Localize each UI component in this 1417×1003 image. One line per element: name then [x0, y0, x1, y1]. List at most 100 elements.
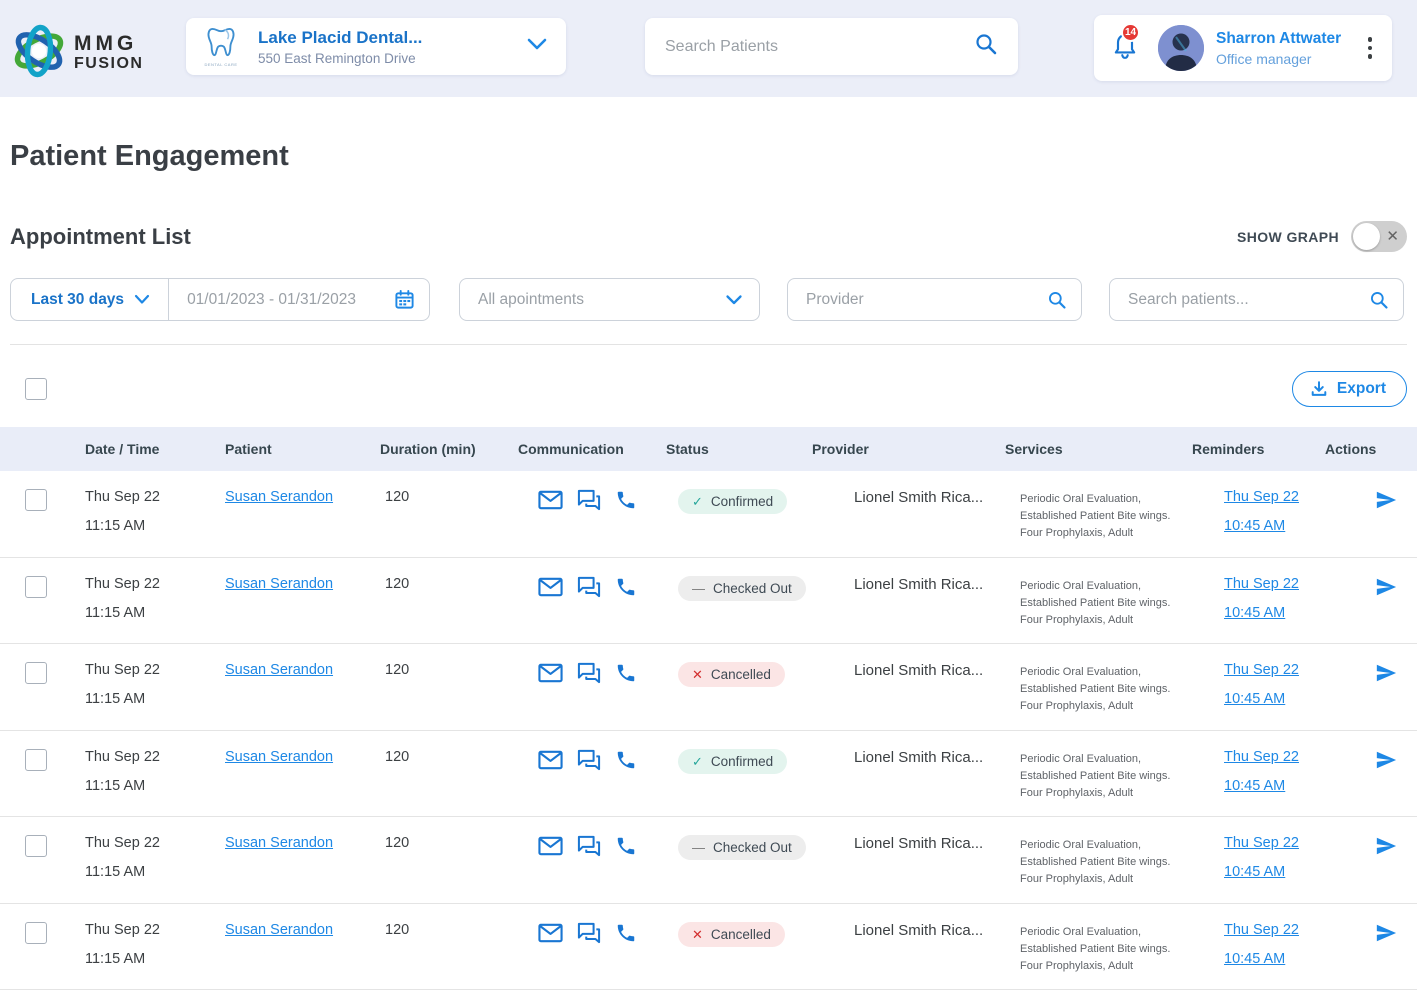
appointment-time: 11:15 AM	[85, 951, 225, 967]
reminder-date-link[interactable]: Thu Sep 22	[1224, 835, 1325, 851]
status-badge: Cancelled	[678, 922, 785, 947]
user-role: Office manager	[1216, 51, 1362, 67]
reminder-time-link[interactable]: 10:45 AM	[1224, 691, 1285, 707]
services-text: Periodic Oral Evaluation,Established Pat…	[1005, 489, 1192, 542]
row-checkbox[interactable]	[25, 835, 47, 857]
reminder-time-link[interactable]: 10:45 AM	[1224, 518, 1285, 534]
reminder-date-link[interactable]: Thu Sep 22	[1224, 749, 1325, 765]
services-text: Periodic Oral Evaluation,Established Pat…	[1005, 835, 1192, 888]
patient-link[interactable]: Susan Serandon	[225, 489, 333, 505]
provider-name: Lionel Smith Rica...	[812, 662, 1005, 679]
phone-icon[interactable]	[615, 576, 637, 598]
reminder-date-link[interactable]: Thu Sep 22	[1224, 576, 1325, 592]
date-preset-value: Last 30 days	[31, 291, 124, 309]
appointment-type-value: All apointments	[478, 291, 584, 309]
provider-filter-input[interactable]	[806, 291, 1047, 309]
reminder-time-link[interactable]: 10:45 AM	[1224, 864, 1285, 880]
email-icon[interactable]	[538, 490, 563, 510]
show-graph-toggle[interactable]: ✕	[1351, 221, 1407, 252]
export-button[interactable]: Export	[1292, 371, 1407, 407]
email-icon[interactable]	[538, 663, 563, 683]
mmg-fusion-logo-icon	[10, 22, 68, 85]
row-checkbox[interactable]	[25, 662, 47, 684]
chat-icon[interactable]	[577, 835, 601, 857]
chevron-down-icon[interactable]	[526, 37, 548, 56]
phone-icon[interactable]	[615, 835, 637, 857]
email-icon[interactable]	[538, 836, 563, 856]
status-label: Confirmed	[711, 754, 773, 769]
kebab-menu-icon[interactable]	[1362, 31, 1379, 65]
phone-icon[interactable]	[615, 662, 637, 684]
send-reminder-button[interactable]	[1325, 749, 1417, 775]
reminder-time-link[interactable]: 10:45 AM	[1224, 778, 1285, 794]
phone-icon[interactable]	[615, 922, 637, 944]
column-header: Actions	[1325, 441, 1417, 457]
status-badge: Cancelled	[678, 662, 785, 687]
provider-filter	[787, 278, 1082, 321]
practice-logo-caption: DENTAL CARE	[198, 63, 244, 67]
row-checkbox[interactable]	[25, 489, 47, 511]
global-search-input[interactable]	[665, 38, 974, 56]
user-card: 14 Sharron Attwater Office manager	[1094, 15, 1392, 81]
table-row: Thu Sep 22 11:15 AM Susan Serandon 120 C…	[0, 731, 1417, 818]
search-icon	[1369, 290, 1389, 310]
patient-link[interactable]: Susan Serandon	[225, 749, 333, 765]
appointment-time: 11:15 AM	[85, 864, 225, 880]
duration-value: 120	[380, 749, 518, 765]
practice-selector[interactable]: DENTAL CARE Lake Placid Dental... 550 Ea…	[186, 18, 566, 75]
chat-icon[interactable]	[577, 489, 601, 511]
appointment-type-dropdown[interactable]: All apointments	[459, 278, 760, 321]
row-checkbox[interactable]	[25, 576, 47, 598]
patient-link[interactable]: Susan Serandon	[225, 922, 333, 938]
status-icon	[692, 755, 703, 768]
patient-link[interactable]: Susan Serandon	[225, 576, 333, 592]
patient-link[interactable]: Susan Serandon	[225, 835, 333, 851]
chat-icon[interactable]	[577, 749, 601, 771]
email-icon[interactable]	[538, 750, 563, 770]
reminder-time-link[interactable]: 10:45 AM	[1224, 605, 1285, 621]
provider-name: Lionel Smith Rica...	[812, 749, 1005, 766]
reminder-date-link[interactable]: Thu Sep 22	[1224, 922, 1325, 938]
email-icon[interactable]	[538, 923, 563, 943]
search-icon[interactable]	[974, 32, 998, 61]
reminder-time-link[interactable]: 10:45 AM	[1224, 951, 1285, 967]
send-reminder-button[interactable]	[1325, 922, 1417, 948]
column-header: Status	[666, 441, 812, 457]
filters-bar: Last 30 days 01/01/2023 - 01/31/2023 All…	[10, 278, 1407, 345]
page-title: Patient Engagement	[10, 140, 1407, 173]
export-label: Export	[1337, 380, 1386, 398]
send-icon	[1374, 576, 1398, 598]
row-checkbox[interactable]	[25, 749, 47, 771]
status-icon	[692, 668, 703, 681]
date-range-value: 01/01/2023 - 01/31/2023	[187, 291, 356, 309]
row-checkbox[interactable]	[25, 922, 47, 944]
status-badge: Checked Out	[678, 835, 806, 860]
email-icon[interactable]	[538, 577, 563, 597]
send-icon	[1374, 662, 1398, 684]
table-row: Thu Sep 22 11:15 AM Susan Serandon 120 C…	[0, 644, 1417, 731]
date-range-picker[interactable]: 01/01/2023 - 01/31/2023	[169, 289, 429, 310]
reminder-date-link[interactable]: Thu Sep 22	[1224, 662, 1325, 678]
send-reminder-button[interactable]	[1325, 662, 1417, 688]
status-badge: Confirmed	[678, 489, 787, 514]
patient-link[interactable]: Susan Serandon	[225, 662, 333, 678]
patient-search-input[interactable]	[1128, 291, 1369, 309]
chat-icon[interactable]	[577, 576, 601, 598]
send-icon	[1374, 922, 1398, 944]
date-preset-dropdown[interactable]: Last 30 days	[11, 279, 169, 320]
select-all-checkbox[interactable]	[25, 378, 47, 400]
status-label: Cancelled	[711, 927, 771, 942]
send-reminder-button[interactable]	[1325, 489, 1417, 515]
phone-icon[interactable]	[615, 489, 637, 511]
chat-icon[interactable]	[577, 662, 601, 684]
reminder-date-link[interactable]: Thu Sep 22	[1224, 489, 1325, 505]
table-header-row: Date / TimePatientDuration (min)Communic…	[0, 427, 1417, 471]
avatar[interactable]	[1158, 25, 1204, 71]
send-reminder-button[interactable]	[1325, 835, 1417, 861]
notifications-button[interactable]: 14	[1112, 32, 1138, 65]
services-text: Periodic Oral Evaluation,Established Pat…	[1005, 662, 1192, 715]
send-reminder-button[interactable]	[1325, 576, 1417, 602]
phone-icon[interactable]	[615, 749, 637, 771]
chat-icon[interactable]	[577, 922, 601, 944]
appointment-date: Thu Sep 22	[85, 749, 225, 765]
